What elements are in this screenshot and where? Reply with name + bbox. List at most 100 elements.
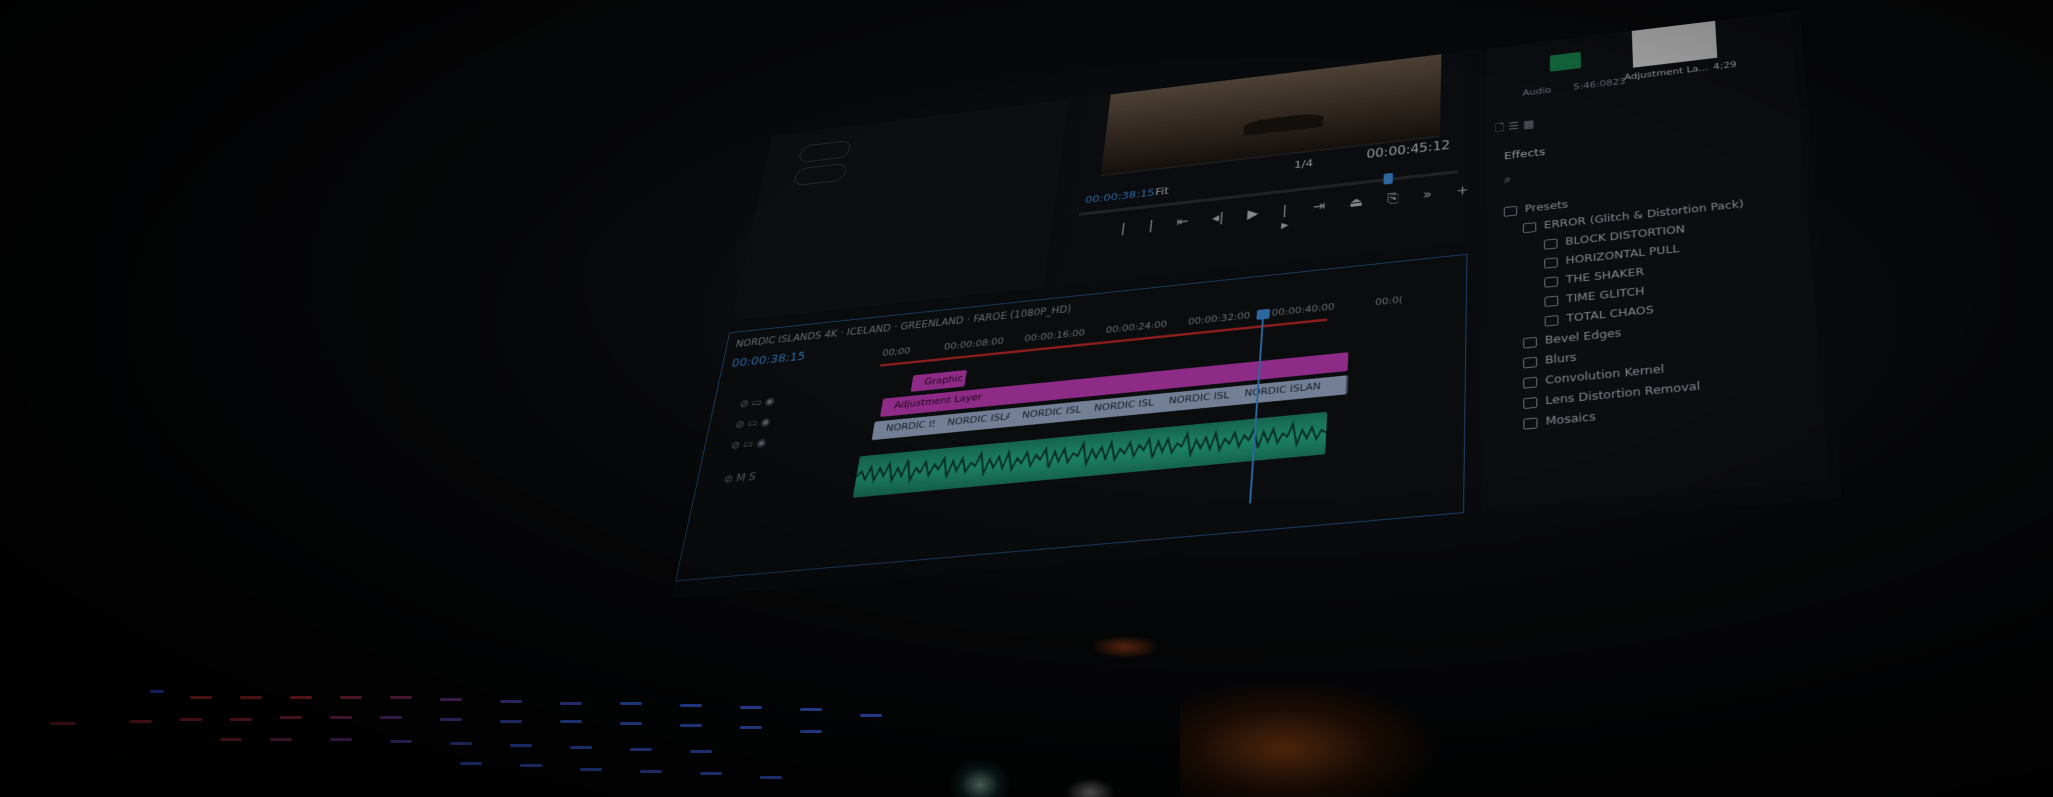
transport-controls: | | ⇤ ◂| ▶ |▸ ⇥ ⏏ ⎘ » +	[1118, 182, 1469, 250]
key-light	[330, 716, 352, 719]
icon-view-icon[interactable]: ▦	[1523, 118, 1534, 131]
preset-icon	[1544, 295, 1559, 307]
folder-icon	[1523, 336, 1537, 349]
scrub-handle[interactable]	[1383, 172, 1394, 185]
project-toolbar: 🗋 ☰ ▦	[1495, 117, 1535, 138]
pill-button[interactable]	[797, 139, 852, 164]
new-item-icon[interactable]: 🗋	[1495, 122, 1505, 135]
key-light	[440, 698, 462, 701]
key-light	[390, 740, 412, 743]
effects-title[interactable]: Effects	[1504, 146, 1545, 162]
preset-icon	[1543, 238, 1558, 250]
key-light	[130, 720, 152, 723]
key-light	[180, 718, 202, 721]
ruler-tick: 00:00:08:00	[943, 335, 1005, 353]
keyboard-backlight	[40, 690, 900, 797]
key-light	[220, 738, 242, 741]
ruler-tick: 00:00:32:00	[1187, 309, 1251, 328]
key-light	[700, 772, 722, 775]
playhead[interactable]	[1249, 312, 1265, 504]
hand-glow	[1090, 635, 1160, 659]
key-light	[640, 770, 662, 773]
key-light	[500, 700, 522, 703]
audio-item-label: Audio	[1522, 84, 1552, 99]
program-timecode-current: 00:00:38:15	[1084, 187, 1156, 207]
key-light	[510, 744, 532, 747]
search-icon[interactable]: ⌕	[1504, 173, 1511, 186]
step-back-icon[interactable]: ◂|	[1210, 209, 1224, 240]
folder-label: Blurs	[1544, 350, 1577, 367]
key-light	[50, 722, 76, 725]
folder-label: Mosaics	[1545, 409, 1596, 428]
list-view-icon[interactable]: ☰	[1508, 120, 1519, 133]
key-light	[380, 716, 402, 719]
key-light	[190, 696, 212, 699]
key-light	[620, 722, 642, 725]
key-light	[150, 690, 164, 693]
key-light	[800, 730, 822, 733]
key-light	[580, 768, 602, 771]
folder-icon	[1523, 396, 1538, 409]
key-light	[280, 716, 302, 719]
time-ruler[interactable]: 00;00 00:00:08:00 00:00:16:00 00:00:24:0…	[880, 291, 1432, 364]
go-to-out-icon[interactable]: ⇥	[1312, 198, 1326, 229]
add-icon[interactable]: +	[1456, 182, 1469, 213]
key-light	[240, 696, 262, 699]
key-light	[740, 726, 762, 729]
preset-icon	[1544, 256, 1558, 269]
key-light	[630, 748, 652, 751]
mark-out-icon[interactable]: |	[1146, 217, 1154, 247]
photo-scene: 00:00:38:15 Fit 1/4 00:00:45:12 | | ⇤ ◂|…	[0, 0, 2053, 797]
more-icon[interactable]: »	[1422, 186, 1432, 217]
folder-icon	[1523, 356, 1538, 369]
audio-item-duration: 5:46:0823	[1573, 76, 1626, 93]
graphic-clip[interactable]: Graphic	[910, 369, 967, 392]
hand-glow	[1180, 680, 1440, 797]
track-controls[interactable]: ⊘ M S	[723, 470, 757, 485]
track-controls[interactable]: ⊘ ▭ ◉	[739, 395, 776, 410]
folder-icon	[1523, 417, 1538, 430]
key-light	[500, 720, 522, 723]
timeline-timecode[interactable]: 00:00:38:15	[730, 350, 806, 370]
source-panel	[731, 99, 1069, 321]
key-light	[290, 696, 312, 699]
ruler-tick: 00:00:40:00	[1271, 301, 1335, 319]
go-to-in-icon[interactable]: ⇤	[1175, 213, 1189, 244]
ruler-tick: 00;00	[881, 345, 912, 359]
key-light	[680, 704, 702, 707]
track-controls[interactable]: ⊘ ▭ ◉	[734, 416, 771, 431]
key-light	[340, 696, 362, 699]
resolution-select[interactable]: 1/4	[1294, 158, 1314, 172]
key-light	[690, 750, 712, 753]
key-light	[760, 776, 782, 779]
pill-button[interactable]	[793, 162, 848, 187]
folder-icon	[1503, 205, 1518, 217]
effects-tree: Presets ERROR (Glitch & Distortion Pack)…	[1503, 176, 1757, 436]
key-light	[800, 708, 822, 711]
extract-icon[interactable]: ⎘	[1386, 190, 1399, 221]
folder-icon	[1522, 221, 1537, 233]
ruler-tick: 00:00:24:00	[1105, 318, 1168, 336]
folder-label: Bevel Edges	[1544, 325, 1622, 347]
key-light	[570, 746, 592, 749]
key-light	[680, 724, 702, 727]
key-light	[560, 702, 582, 705]
program-monitor: 00:00:38:15 Fit 1/4 00:00:45:12 | | ⇤ ◂|…	[1061, 50, 1469, 286]
play-icon[interactable]: ▶	[1246, 206, 1259, 237]
key-light	[390, 696, 412, 699]
step-forward-icon[interactable]: |▸	[1281, 202, 1290, 232]
key-light	[450, 742, 472, 745]
zoom-select[interactable]: Fit	[1155, 185, 1170, 198]
key-light	[560, 720, 582, 723]
key-light	[860, 714, 882, 717]
lift-icon[interactable]: ⏏	[1348, 194, 1364, 225]
effects-panel: Audio 5:46:0823 Adjustment La... 4;29 🗋 …	[1482, 11, 1830, 510]
mark-in-icon[interactable]: |	[1118, 220, 1126, 250]
folder-icon	[1523, 376, 1538, 389]
mouse-glow	[950, 760, 1010, 797]
monitor-screen: 00:00:38:15 Fit 1/4 00:00:45:12 | | ⇤ ◂|…	[671, 10, 1842, 598]
key-light	[330, 738, 352, 741]
track-controls[interactable]: ⊘ ▭ ◉	[730, 436, 767, 451]
preset-icon	[1544, 275, 1559, 288]
key-light	[270, 738, 292, 741]
